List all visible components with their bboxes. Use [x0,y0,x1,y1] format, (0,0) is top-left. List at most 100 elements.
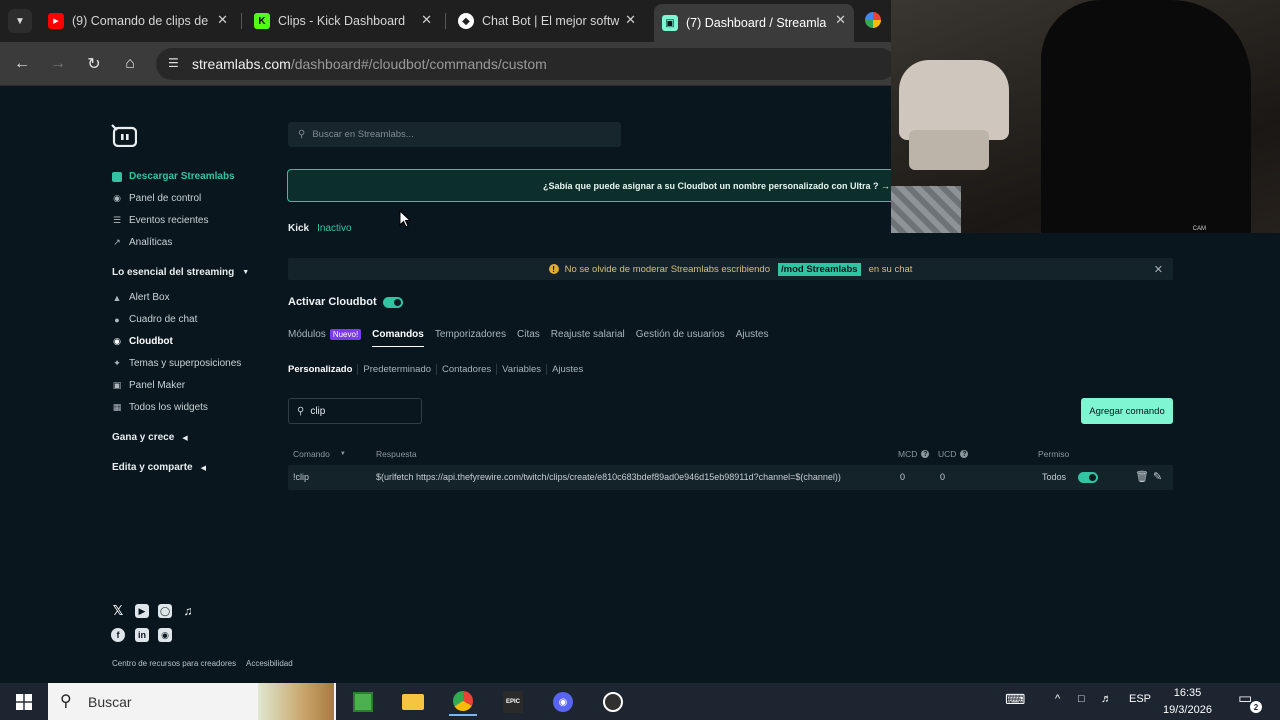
command-enabled-toggle[interactable] [1078,472,1098,483]
facebook-icon[interactable]: f [111,628,125,642]
sidebar-item-panel[interactable]: ◉ Panel de control [112,193,201,204]
taskbar-search-input[interactable]: ⚲ Buscar [48,683,336,720]
list-icon: ☰ [112,215,122,225]
forward-icon[interactable]: → [46,52,70,76]
streamlabs-search-input[interactable]: ⚲ Buscar en Streamlabs... [288,122,621,147]
volume-icon[interactable]: ♬ [1101,693,1112,705]
mouse-cursor-icon [399,210,411,228]
column-label: Comando [293,449,330,459]
browser-tab-kick[interactable]: K Clips - Kick Dashboard ✕ [254,6,440,36]
command-search-value: clip [310,405,326,417]
file-explorer-icon[interactable] [399,688,427,716]
add-command-button[interactable]: Agregar comando [1081,398,1173,424]
footer-resources-link[interactable]: Centro de recursos para creadores [112,659,236,668]
sidebar-item-cloudbot[interactable]: ◉ Cloudbot [112,336,173,347]
command-search-input[interactable]: ⚲ clip [288,398,422,424]
cloudbot-icon: ◉ [113,336,121,346]
discord-icon[interactable]: ◉ [549,688,577,716]
taskbar-search-placeholder: Buscar [88,693,132,710]
sidebar-item-alertbox[interactable]: ▲ Alert Box [112,292,170,303]
alert-icon: ▲ [112,292,122,303]
tab-reajuste[interactable]: Reajuste salarial [551,329,625,347]
sidebar-item-themes[interactable]: ✦ Temas y superposiciones [112,358,241,369]
reload-icon[interactable]: ↻ [82,52,106,76]
obs-icon[interactable] [599,688,627,716]
column-header-respuesta: Respuesta [376,449,417,459]
close-icon[interactable]: ✕ [1154,263,1163,276]
column-label: UCD [938,449,957,459]
sidebar-item-chatbox[interactable]: ● Cuadro de chat [112,314,197,325]
windows-start-icon[interactable] [10,688,38,716]
command-subtabs: Personalizado Predeterminado Contadores … [288,364,588,375]
webcam-armchair [899,60,1009,140]
subtab-personalizado[interactable]: Personalizado [288,364,357,375]
close-icon[interactable]: ✕ [421,12,432,28]
windows-taskbar: ⚲ Buscar EPIC ◉ ⌨ ^ □ ♬ ESP 16:35 19/3/2… [0,683,1280,720]
subtab-ajustes[interactable]: Ajustes [546,364,588,375]
tab-ajustes[interactable]: Ajustes [736,329,769,347]
close-icon[interactable]: ✕ [625,12,636,28]
chrome-icon[interactable] [449,688,477,716]
minecraft-icon[interactable] [349,688,377,716]
tab-comandos[interactable]: Comandos [372,329,424,347]
caret-left-icon: ◀ [182,434,188,442]
info-icon[interactable]: ? [921,450,930,458]
sidebar-section-label: Gana y crece [112,432,175,443]
cloudbot-toggle[interactable] [382,296,403,308]
site-info-icon[interactable]: ☰ [168,56,179,70]
tab-gestion[interactable]: Gestión de usuarios [636,329,725,347]
youtube-icon[interactable]: ▶ [135,604,149,618]
column-header-comando[interactable]: Comando ▼ [293,449,346,459]
browser-tab-youtube[interactable]: ▶ (9) Comando de clips de ✕ [48,6,236,36]
x-twitter-icon[interactable]: 𝕏 [111,603,125,618]
tab-citas[interactable]: Citas [517,329,540,347]
tab-label: Módulos [288,329,326,340]
close-icon[interactable]: ✕ [835,12,846,28]
subtab-predeterminado[interactable]: Predeterminado [357,364,436,375]
info-icon[interactable]: ? [960,450,969,458]
sidebar-item-widgets[interactable]: ▦ Todos los widgets [112,402,208,413]
subtab-variables[interactable]: Variables [496,364,546,375]
ultra-promo-banner[interactable]: ¿Sabía que puede asignar a su Cloudbot u… [287,169,897,202]
tab-title: Chat Bot | El mejor softw [482,14,620,28]
keyboard-icon[interactable]: ⌨ [1005,691,1025,708]
language-indicator[interactable]: ESP [1129,693,1151,705]
tab-modulos[interactable]: Módulos Nuevo! [288,329,362,347]
clock[interactable]: 16:35 19/3/2026 [1163,685,1212,719]
edit-pencil-icon[interactable]: ✎ [1153,470,1162,483]
trash-icon[interactable]: 🗑 [1135,470,1149,483]
address-bar[interactable]: ☰ streamlabs.com/dashboard#/cloudbot/com… [156,48,896,80]
back-icon[interactable]: ← [10,52,34,76]
google-icon[interactable] [865,12,881,28]
sidebar-item-download[interactable]: Descargar Streamlabs [112,171,235,182]
sidebar-item-panelmaker[interactable]: ▣ Panel Maker [112,380,185,391]
network-icon[interactable]: □ [1078,693,1085,705]
tiktok-icon[interactable]: ♫ [181,604,195,618]
linkedin-icon[interactable]: in [135,628,149,642]
subtab-contadores[interactable]: Contadores [436,364,496,375]
notification-count-badge: 2 [1250,701,1262,713]
discord-icon[interactable]: ◉ [158,628,172,642]
close-icon[interactable]: ✕ [217,12,228,28]
browser-tab-chatbot[interactable]: ◆ Chat Bot | El mejor softw ✕ [458,6,644,36]
sidebar-section-edit[interactable]: Edita y comparte ◀ [112,462,206,473]
streamlabs-logo-icon[interactable] [111,123,137,147]
table-row[interactable]: !clip $(urlfetch https://api.thefyrewire… [288,465,1173,490]
tab-temporizadores[interactable]: Temporizadores [435,329,506,347]
sidebar-item-analytics[interactable]: ↗ Analíticas [112,237,172,248]
tab-list-button[interactable]: ▼ [8,9,32,33]
footer-accessibility-link[interactable]: Accesibilidad [246,659,293,668]
caret-left-icon: ◀ [200,464,206,472]
search-icon: ⚲ [298,129,306,140]
browser-tab-streamlabs[interactable]: ▣ (7) Dashboard / Streamla ✕ [654,4,854,42]
sidebar-item-label: Cloudbot [129,336,173,347]
sidebar-section-grow[interactable]: Gana y crece ◀ [112,432,188,443]
sidebar-item-events[interactable]: ☰ Eventos recientes [112,215,209,226]
sidebar-section-essentials[interactable]: Lo esencial del streaming ▼ [112,267,249,278]
caret-down-icon: ▼ [242,269,250,276]
epic-games-icon[interactable]: EPIC [499,688,527,716]
home-icon[interactable]: ⌂ [118,52,142,76]
chevron-up-icon[interactable]: ^ [1055,693,1060,705]
sidebar-item-label: Panel Maker [129,380,186,391]
instagram-icon[interactable]: ◯ [158,604,172,618]
